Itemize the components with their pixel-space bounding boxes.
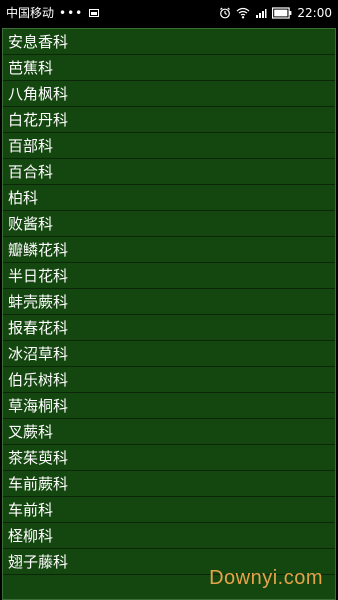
list-item[interactable]: 蚌壳蕨科 [3, 289, 335, 315]
list-item[interactable]: 百部科 [3, 133, 335, 159]
list-item[interactable]: 草海桐科 [3, 393, 335, 419]
notification-dots: ••• [59, 5, 84, 20]
family-list: 安息香科 芭蕉科 八角枫科 白花丹科 百部科 百合科 柏科 败酱科 瓣鳞花科 半日花科 蚌壳蕨科 报春… [2, 28, 336, 600]
list-item[interactable]: 茶茱萸科 [3, 445, 335, 471]
list-item[interactable]: 安息香科 [3, 29, 335, 55]
list-item[interactable]: 八角枫科 [3, 81, 335, 107]
list-item[interactable]: 车前科 [3, 497, 335, 523]
image-notification-icon [89, 8, 100, 17]
wifi-icon [236, 7, 250, 18]
battery-icon [272, 6, 292, 19]
phone-screen: 中国移动 ••• 22:00 安息香科 芭蕉科 八角枫科 白花丹科 百部科 百合… [0, 0, 338, 600]
status-time: 22:00 [297, 5, 332, 20]
status-bar: 中国移动 ••• 22:00 [0, 0, 338, 25]
list-item[interactable]: 冰沼草科 [3, 341, 335, 367]
list-item[interactable]: 车前蕨科 [3, 471, 335, 497]
list-item[interactable]: 芭蕉科 [3, 55, 335, 81]
list-item[interactable]: 柏科 [3, 185, 335, 211]
list-item[interactable]: 百合科 [3, 159, 335, 185]
list-item[interactable]: 白花丹科 [3, 107, 335, 133]
list-item[interactable]: 伯乐树科 [3, 367, 335, 393]
list-item[interactable]: 败酱科 [3, 211, 335, 237]
list-item[interactable]: 半日花科 [3, 263, 335, 289]
status-right-icons: 22:00 [219, 6, 332, 20]
signal-icon [256, 8, 267, 18]
alarm-icon [220, 7, 231, 18]
list-item[interactable]: 报春花科 [3, 315, 335, 341]
list-item[interactable]: 瓣鳞花科 [3, 237, 335, 263]
list-item[interactable]: 叉蕨科 [3, 419, 335, 445]
carrier-name: 中国移动 [6, 6, 55, 20]
list-item[interactable]: 柽柳科 [3, 523, 335, 549]
site-watermark: Downyi.com [209, 567, 323, 589]
